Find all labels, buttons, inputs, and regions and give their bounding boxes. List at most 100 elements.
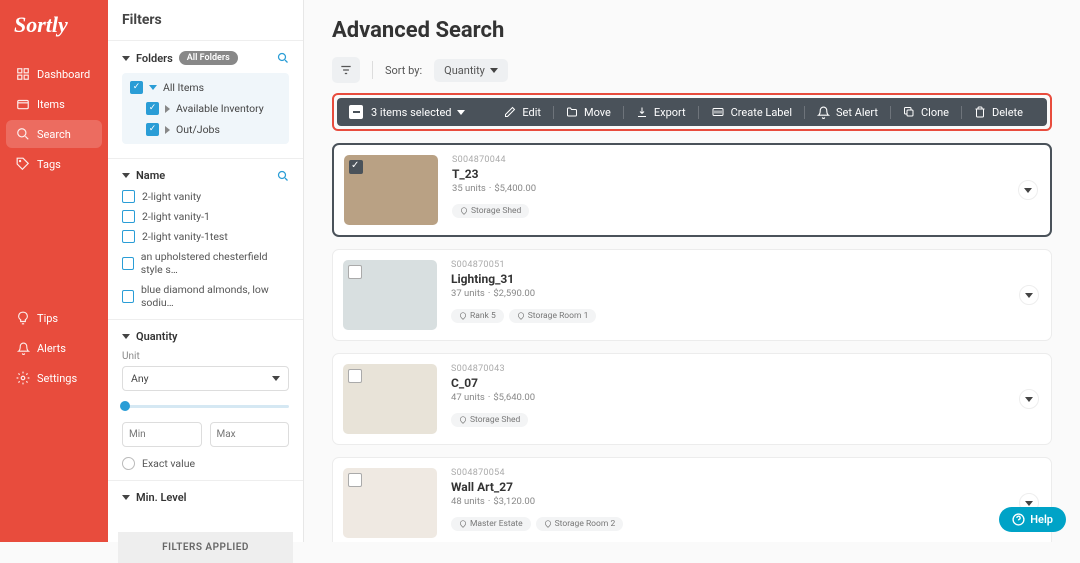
nav-label: Search	[37, 128, 71, 141]
chevron-down-icon	[149, 85, 157, 90]
item-checkbox[interactable]	[348, 369, 362, 383]
action-move[interactable]: Move	[553, 106, 623, 119]
location-tag[interactable]: Rank 5	[451, 309, 504, 323]
checkbox-icon[interactable]	[122, 290, 134, 303]
chevron-right-icon	[165, 126, 170, 134]
max-input[interactable]	[210, 422, 290, 447]
checkbox-icon[interactable]: ✓	[146, 102, 159, 115]
item-card[interactable]: S004870051Lighting_3137 units·$2,590.00 …	[332, 249, 1052, 341]
location-tag[interactable]: Storage Room 2	[536, 517, 624, 531]
item-title: Lighting_31	[451, 272, 1041, 286]
item-sku: S004870051	[451, 260, 1041, 270]
filter-section-name: Name 2-light vanity 2-light vanity-1 2-lig…	[108, 158, 303, 319]
action-set-alert[interactable]: Set Alert	[804, 106, 890, 119]
action-export[interactable]: Export	[623, 106, 698, 119]
folder-tree-item[interactable]: ✓Out/Jobs	[122, 119, 289, 140]
item-title: C_07	[451, 376, 1041, 390]
expand-button[interactable]	[1019, 389, 1039, 409]
bulb-icon	[16, 311, 30, 325]
nav-label: Tips	[37, 312, 58, 325]
action-delete[interactable]: Delete	[961, 106, 1035, 119]
checkbox-icon[interactable]	[122, 210, 135, 223]
help-button[interactable]: Help	[999, 507, 1066, 532]
expand-button[interactable]	[1019, 285, 1039, 305]
folder-tree-item[interactable]: ✓All Items	[122, 77, 289, 98]
item-card[interactable]: S004870043 C_07 47 units·$5,640.00 Storage…	[332, 353, 1052, 445]
quantity-slider[interactable]	[122, 405, 289, 408]
nav-item-dashboard[interactable]: Dashboard	[6, 60, 102, 88]
name-filter-item[interactable]: an upholstered chesterfield style s…	[122, 250, 289, 276]
checkbox-icon[interactable]	[122, 230, 135, 243]
search-icon[interactable]	[277, 52, 289, 64]
location-tag[interactable]: Storage Shed	[451, 413, 528, 427]
nav-item-tips[interactable]: Tips	[6, 304, 102, 332]
all-folders-pill[interactable]: All Folders	[179, 51, 238, 65]
nav-item-search[interactable]: Search	[6, 120, 102, 148]
box-icon	[16, 97, 30, 111]
checkbox-icon[interactable]	[122, 257, 134, 270]
selection-count: 3 items selected	[371, 106, 451, 119]
filter-section-minlevel: Min. Level	[108, 480, 303, 522]
name-filter-item[interactable]: 2-light vanity-1test	[122, 230, 289, 243]
chevron-down-icon	[1025, 293, 1033, 298]
item-checkbox[interactable]	[349, 160, 363, 174]
name-filter-item[interactable]: 2-light vanity-1	[122, 210, 289, 223]
min-input[interactable]	[122, 422, 202, 447]
filters-applied-button[interactable]: FILTERS APPLIED	[118, 532, 293, 563]
unit-label: Unit	[122, 351, 289, 362]
filters-panel: Filters Folders All Folders ✓All Items✓A…	[108, 0, 304, 542]
nav-item-items[interactable]: Items	[6, 90, 102, 118]
location-tag[interactable]: Master Estate	[451, 517, 531, 531]
nav-label: Dashboard	[37, 68, 90, 81]
chevron-down-icon	[272, 376, 280, 381]
tag-icon	[16, 157, 30, 171]
name-filter-item[interactable]: blue diamond almonds, low sodiu…	[122, 283, 289, 309]
filters-title: Filters	[108, 0, 303, 40]
action-create-label[interactable]: Create Label	[698, 106, 804, 119]
sort-dropdown[interactable]: Quantity	[434, 59, 508, 82]
chevron-down-icon[interactable]	[457, 110, 465, 115]
item-sku: S004870043	[451, 364, 1041, 374]
item-thumbnail	[344, 155, 438, 225]
unit-select[interactable]: Any	[122, 366, 289, 391]
action-clone[interactable]: Clone	[890, 106, 961, 119]
filter-toggle-button[interactable]	[332, 57, 360, 83]
location-tag[interactable]: Storage Shed	[452, 204, 529, 218]
item-card[interactable]: S004870044T_2335 units·$5,400.00 Storage…	[332, 143, 1052, 237]
item-checkbox[interactable]	[348, 473, 362, 487]
checkbox-icon[interactable]	[122, 190, 135, 203]
chevron-down-icon	[1025, 501, 1033, 506]
copy-icon	[903, 106, 915, 118]
exact-value-radio[interactable]	[122, 457, 135, 470]
location-tag[interactable]: Storage Room 1	[509, 309, 597, 323]
item-thumbnail	[343, 260, 437, 330]
chevron-down-icon	[122, 334, 130, 339]
nav-item-alerts[interactable]: Alerts	[6, 334, 102, 362]
search-icon[interactable]	[277, 170, 289, 182]
select-all-checkbox[interactable]	[349, 105, 363, 119]
chevron-down-icon	[1024, 188, 1032, 193]
nav-item-settings[interactable]: Settings	[6, 364, 102, 392]
checkbox-icon[interactable]: ✓	[130, 81, 143, 94]
sidebar-nav: Sortly DashboardItemsSearchTags TipsAler…	[0, 0, 108, 542]
chevron-down-icon	[122, 173, 130, 178]
checkbox-icon[interactable]: ✓	[146, 123, 159, 136]
name-filter-item[interactable]: 2-light vanity	[122, 190, 289, 203]
chevron-right-icon	[165, 105, 170, 113]
chevron-down-icon	[122, 56, 130, 61]
expand-button[interactable]	[1018, 180, 1038, 200]
nav-item-tags[interactable]: Tags	[6, 150, 102, 178]
chevron-down-icon	[1025, 397, 1033, 402]
name-label: Name	[136, 169, 165, 182]
item-checkbox[interactable]	[348, 265, 362, 279]
bell-icon	[16, 341, 30, 355]
item-meta: 37 units·$2,590.00	[451, 288, 1041, 299]
grid-icon	[16, 67, 30, 81]
action-edit[interactable]: Edit	[492, 106, 553, 119]
folder-tree-item[interactable]: ✓Available Inventory	[122, 98, 289, 119]
item-meta: 47 units·$5,640.00	[451, 392, 1041, 403]
filter-section-quantity: Quantity Unit Any Exact value	[108, 319, 303, 480]
item-card[interactable]: S004870054Wall Art_2748 units·$3,120.00 …	[332, 457, 1052, 542]
search-icon	[16, 127, 30, 141]
nav-label: Settings	[37, 372, 77, 385]
